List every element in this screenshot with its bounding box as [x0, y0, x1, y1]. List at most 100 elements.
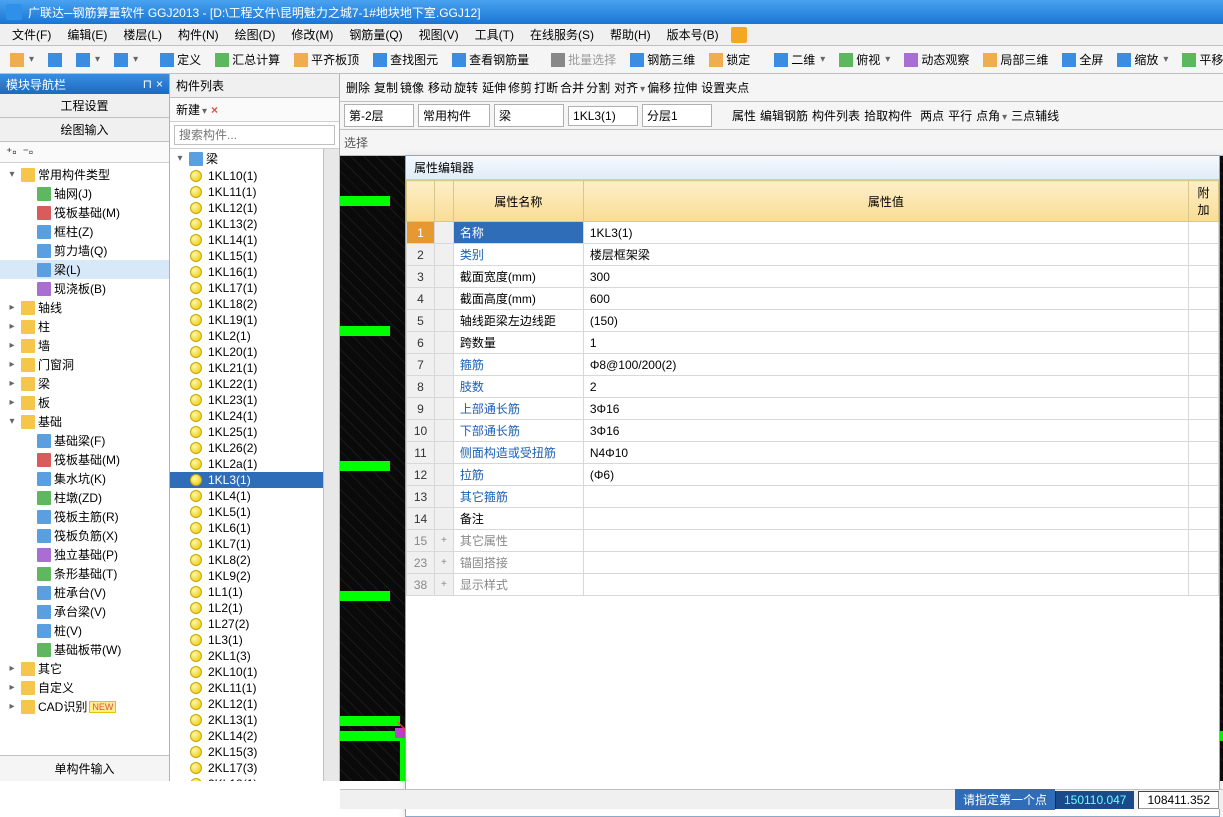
component-item[interactable]: 1KL24(1): [170, 408, 323, 424]
tree-item[interactable]: 承台梁(V): [0, 602, 169, 621]
tree-item[interactable]: 筏板主筋(R): [0, 507, 169, 526]
property-row[interactable]: 8肢数2: [407, 376, 1219, 398]
component-item[interactable]: 1KL19(1): [170, 312, 323, 328]
tree-item[interactable]: 筏板基础(M): [0, 450, 169, 469]
findbar-button[interactable]: 查看钢筋量: [446, 49, 535, 70]
aux-button[interactable]: 三点辅线: [1011, 107, 1059, 124]
setgrip-button[interactable]: 设置夹点: [701, 79, 749, 96]
component-item[interactable]: 2KL17(3): [170, 760, 323, 776]
tree-item[interactable]: 现浇板(B): [0, 279, 169, 298]
component-item[interactable]: 1L1(1): [170, 584, 323, 600]
menu-help[interactable]: 帮助(H): [602, 24, 659, 45]
tree-item[interactable]: ▸梁: [0, 374, 169, 393]
component-item[interactable]: 1L3(1): [170, 632, 323, 648]
component-item[interactable]: 2KL13(1): [170, 712, 323, 728]
tree-item[interactable]: ▾基础: [0, 412, 169, 431]
complist-button[interactable]: 构件列表: [812, 107, 860, 124]
flat-button[interactable]: 平齐板顶: [288, 49, 365, 70]
bar3d-button[interactable]: 钢筋三维: [624, 49, 701, 70]
menu-modify[interactable]: 修改(M): [283, 24, 341, 45]
component-item[interactable]: 2KL10(1): [170, 664, 323, 680]
property-button[interactable]: 属性: [732, 107, 756, 124]
tree-item[interactable]: 柱墩(ZD): [0, 488, 169, 507]
extend-button[interactable]: 延伸: [482, 79, 506, 96]
property-row[interactable]: 4截面高度(mm)600: [407, 288, 1219, 310]
component-item[interactable]: 1KL13(2): [170, 216, 323, 232]
property-row[interactable]: 1名称1KL3(1): [407, 222, 1219, 244]
tree-item[interactable]: ▸CAD识别NEW: [0, 697, 169, 716]
tree-item[interactable]: ▸门窗洞: [0, 355, 169, 374]
merge-button[interactable]: 合并: [560, 79, 584, 96]
zoom-button[interactable]: 缩放▾: [1111, 49, 1174, 70]
stretch-button[interactable]: 拉伸: [673, 79, 697, 96]
define-button[interactable]: 定义: [154, 49, 207, 70]
component-item[interactable]: 1KL4(1): [170, 488, 323, 504]
angle-button[interactable]: 点角▾: [976, 107, 1007, 124]
select-mode-button[interactable]: 选择: [344, 134, 368, 151]
align-button[interactable]: 对齐▾: [614, 79, 645, 96]
component-item[interactable]: 2KL12(1): [170, 696, 323, 712]
tree-item[interactable]: 桩(V): [0, 621, 169, 640]
nav-sub-draw[interactable]: 绘图输入: [0, 118, 169, 142]
tree-item[interactable]: 筏板基础(M): [0, 203, 169, 222]
component-item[interactable]: 2KL14(2): [170, 728, 323, 744]
sum-button[interactable]: 汇总计算: [209, 49, 286, 70]
component-group[interactable]: ▾梁: [170, 149, 323, 168]
tree-item[interactable]: 集水坑(K): [0, 469, 169, 488]
local3d-button[interactable]: 局部三维: [977, 49, 1054, 70]
nav-tab-project[interactable]: 工程设置: [0, 94, 169, 118]
open-button[interactable]: ▾: [4, 51, 40, 69]
component-item[interactable]: 1KL21(1): [170, 360, 323, 376]
tree-item[interactable]: ▸其它: [0, 659, 169, 678]
component-item[interactable]: 2KL11(1): [170, 680, 323, 696]
layer-combo[interactable]: 分层1: [642, 104, 712, 127]
component-item[interactable]: 2KL18(1): [170, 776, 323, 781]
property-row[interactable]: 5轴线距梁左边线距(150): [407, 310, 1219, 332]
tree-item[interactable]: 基础梁(F): [0, 431, 169, 450]
offset-button[interactable]: 偏移: [647, 79, 671, 96]
split-button[interactable]: 分割: [586, 79, 610, 96]
component-item[interactable]: 2KL1(3): [170, 648, 323, 664]
tree-item[interactable]: 基础板带(W): [0, 640, 169, 659]
tree-item[interactable]: 桩承台(V): [0, 583, 169, 602]
component-item[interactable]: 1KL3(1): [170, 472, 323, 488]
full-button[interactable]: 全屏: [1056, 49, 1109, 70]
tree-item[interactable]: ▸板: [0, 393, 169, 412]
component-item[interactable]: 1L2(1): [170, 600, 323, 616]
menu-view[interactable]: 视图(V): [411, 24, 467, 45]
tree-item[interactable]: 梁(L): [0, 260, 169, 279]
property-row[interactable]: 12拉筋(Φ6): [407, 464, 1219, 486]
expand-icon[interactable]: ⁺▫: [6, 145, 17, 159]
component-item[interactable]: 1KL17(1): [170, 280, 323, 296]
component-item[interactable]: 1KL7(1): [170, 536, 323, 552]
delete-button[interactable]: 删除: [346, 79, 370, 96]
property-row[interactable]: 11侧面构造或受扭筋N4Φ10: [407, 442, 1219, 464]
component-item[interactable]: 1L27(2): [170, 616, 323, 632]
property-row[interactable]: 23+锚固搭接: [407, 552, 1219, 574]
pin-icon[interactable]: ⊓: [143, 77, 152, 91]
tree-item[interactable]: 剪力墙(Q): [0, 241, 169, 260]
tree-item[interactable]: ▸柱: [0, 317, 169, 336]
menu-edit[interactable]: 编辑(E): [59, 24, 115, 45]
component-item[interactable]: 1KL23(1): [170, 392, 323, 408]
menu-floor[interactable]: 楼层(L): [115, 24, 170, 45]
close-icon[interactable]: ×: [156, 77, 163, 91]
property-row[interactable]: 2类别楼层框架梁: [407, 244, 1219, 266]
property-row[interactable]: 3截面宽度(mm)300: [407, 266, 1219, 288]
menu-version[interactable]: 版本号(B): [659, 24, 727, 45]
menu-rebar[interactable]: 钢筋量(Q): [341, 24, 410, 45]
component-item[interactable]: 2KL15(3): [170, 744, 323, 760]
collapse-icon[interactable]: ⁻▫: [23, 145, 34, 159]
menu-online[interactable]: 在线服务(S): [522, 24, 602, 45]
redo-button[interactable]: ▾: [108, 51, 144, 69]
delete-component-button[interactable]: ×: [211, 103, 218, 117]
property-row[interactable]: 14备注: [407, 508, 1219, 530]
break-button[interactable]: 打断: [534, 79, 558, 96]
component-item[interactable]: 1KL14(1): [170, 232, 323, 248]
tree-item[interactable]: ▾常用构件类型: [0, 165, 169, 184]
parallel-button[interactable]: 平行: [948, 107, 972, 124]
tree-item[interactable]: ▸墙: [0, 336, 169, 355]
component-item[interactable]: 1KL11(1): [170, 184, 323, 200]
floor-combo[interactable]: 第-2层: [344, 104, 414, 127]
view2d-button[interactable]: 二维▾: [768, 49, 831, 70]
